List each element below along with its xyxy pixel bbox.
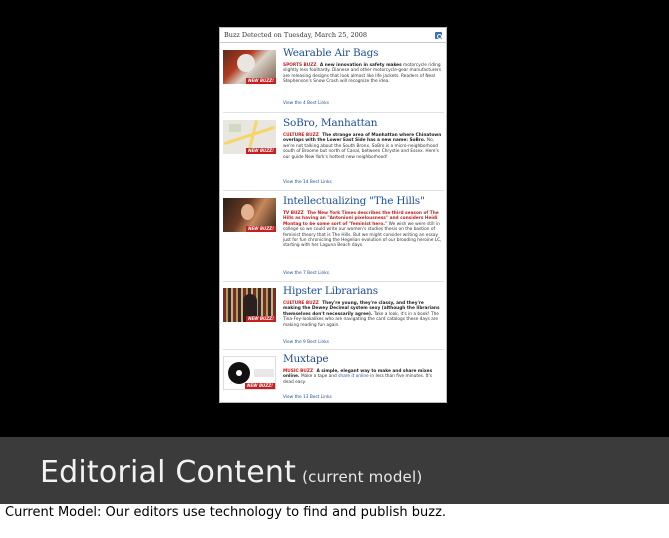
item-title[interactable]: Wearable Air Bags	[283, 47, 443, 59]
item-body: TV BUZZ The New York Times describes the…	[283, 211, 443, 249]
title-band: Editorial Content (current model)	[0, 437, 669, 504]
item-title[interactable]: Muxtape	[283, 353, 443, 365]
item-links[interactable]: View the 13 Best Links	[283, 395, 443, 400]
item-text-pre: Make a tape and	[300, 374, 337, 380]
item-thumbnail[interactable]: NEW BUZZ!	[223, 288, 276, 322]
item-title[interactable]: Hipster Librarians	[283, 285, 443, 297]
buzz-widget: Buzz Detected on Tuesday, March 25, 2008…	[219, 27, 447, 403]
divider	[223, 281, 444, 282]
divider	[223, 349, 444, 350]
item-thumbnail[interactable]: NEW BUZZ!	[223, 198, 276, 232]
rss-icon[interactable]	[435, 32, 442, 39]
item-body: CULTURE BUZZ They're young, they're clas…	[283, 301, 443, 328]
item-links[interactable]: View the 4 Best Links	[283, 101, 443, 106]
new-buzz-badge: NEW BUZZ!	[246, 316, 276, 322]
buzz-item-wearable-air-bags: NEW BUZZ! Wearable Air Bags SPORTS BUZZ …	[223, 46, 444, 110]
divider	[223, 190, 444, 191]
divider	[223, 112, 444, 113]
buzz-item-sobro: NEW BUZZ! SoBro, Manhattan CULTURE BUZZ …	[223, 116, 444, 190]
item-body: MUSIC BUZZ A simple, elegant way to make…	[283, 369, 443, 385]
item-thumbnail[interactable]: NEW BUZZ!	[223, 356, 276, 390]
widget-header: Buzz Detected on Tuesday, March 25, 2008	[220, 28, 446, 43]
item-body: SPORTS BUZZ A new innovation in safety m…	[283, 63, 443, 85]
share-link[interactable]: share it online	[338, 374, 369, 379]
slide-title-text: Editorial Content	[40, 455, 297, 490]
item-title[interactable]: Intellectualizing "The Hills"	[283, 195, 443, 207]
new-buzz-badge: NEW BUZZ!	[246, 148, 276, 154]
slide-caption: Current Model: Our editors use technolog…	[5, 505, 447, 520]
item-links[interactable]: View the 7 Best Links	[283, 271, 443, 276]
slide-subtitle: (current model)	[302, 468, 423, 486]
item-body: CULTURE BUZZ The strange area of Manhatt…	[283, 133, 443, 160]
buzz-item-the-hills: NEW BUZZ! Intellectualizing "The Hills" …	[223, 194, 444, 280]
slide-title: Editorial Content (current model)	[40, 455, 422, 490]
widget-title: Buzz Detected on Tuesday, March 25, 2008	[224, 31, 368, 39]
item-links[interactable]: View the 14 Best Links	[283, 180, 443, 185]
new-buzz-badge: NEW BUZZ!	[246, 226, 276, 232]
item-links[interactable]: View the 9 Best Links	[283, 340, 443, 345]
item-title[interactable]: SoBro, Manhattan	[283, 117, 443, 129]
new-buzz-badge: NEW BUZZ!	[246, 78, 276, 84]
buzz-item-muxtape: NEW BUZZ! Muxtape MUSIC BUZZ A simple, e…	[223, 352, 444, 402]
item-thumbnail[interactable]: NEW BUZZ!	[223, 120, 276, 154]
item-thumbnail[interactable]: NEW BUZZ!	[223, 50, 276, 84]
new-buzz-badge: NEW BUZZ!	[245, 383, 275, 389]
buzz-item-hipster-librarians: NEW BUZZ! Hipster Librarians CULTURE BUZ…	[223, 284, 444, 348]
slide-background: Buzz Detected on Tuesday, March 25, 2008…	[0, 0, 669, 437]
